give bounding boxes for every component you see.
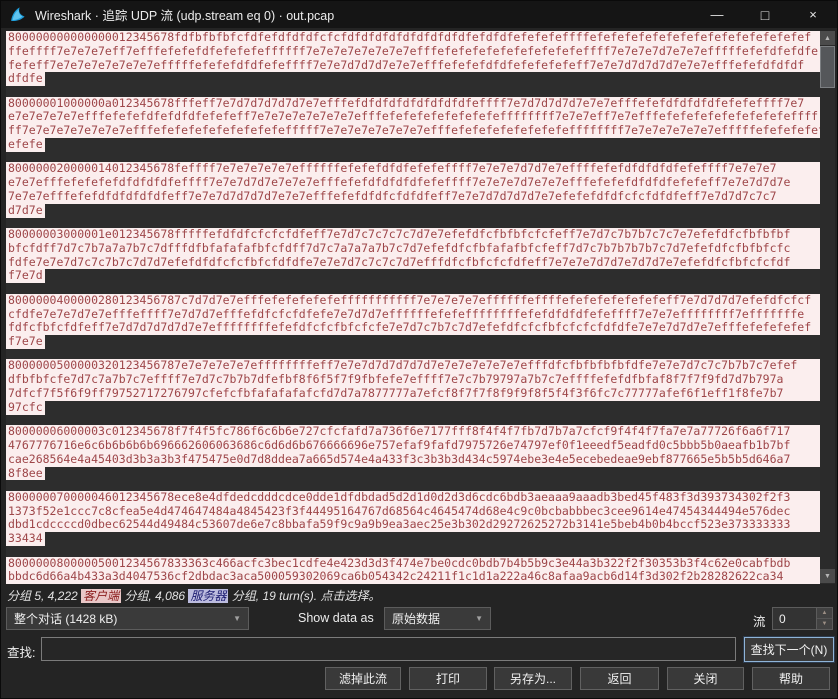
spinner-arrows: ▲ ▼ [816,608,832,629]
hex-line: efefe [6,138,45,152]
status-suffix: 分组, 19 turn(s). 点击选择。 [228,589,381,603]
hex-line: 800000000000000012345678fdfbfbfbfcfdfefd… [6,31,821,45]
stream-number-value: 0 [779,611,786,626]
status-middle: 分组, 4,086 [121,589,189,603]
minimize-icon[interactable]: — [693,1,741,28]
hex-line: f7e7e [6,335,45,349]
stream-chunk: 8000000500000320123456787e7e7e7e7e7effff… [6,359,821,415]
find-next-button[interactable]: 查找下一个(N) [743,636,835,663]
hex-line: dbd1cdccccd0dbec62544d49484c53607de6e7c8… [6,518,821,533]
close-button[interactable]: 关闭 [667,667,744,690]
scroll-up-icon[interactable]: ▲ [820,31,835,45]
stream-chunk: 800000000000000012345678fdfbfbfbfcfdfefd… [6,31,821,87]
window-title: Wireshark · 追踪 UDP 流 (udp.stream eq 0) ·… [35,9,335,23]
conversation-dropdown[interactable]: 整个对话 (1428 kB) ▼ [6,607,249,630]
stream-number-label: 流 [753,615,766,629]
data-format-dropdown[interactable]: 原始数据 ▼ [384,607,491,630]
hex-line: 33434 [6,532,45,546]
help-button[interactable]: 帮助 [752,667,830,690]
hex-line: f7e7d [6,269,45,284]
hex-line: 80000001000000a012345678fffeff7e7d7d7d7d… [6,96,821,111]
hex-line: cae268564e4a45403d3b3a3b3f475475e0d7d8dd… [6,452,821,467]
stream-chunk: 80000008000005001234567833363c466acfc3be… [6,556,821,584]
hex-line: 97cfc [6,400,45,415]
conversation-dropdown-value: 整个对话 (1428 kB) [14,612,118,626]
hex-line: e7e7e7e7e7efffefefefdfefdfdfefefeff7e7e7… [6,110,821,125]
hex-line: 8f8ee [6,466,45,481]
hex-line: 800000020000014012345678feffff7e7e7e7e7e… [6,162,821,177]
hex-line: ff7e7e7e7e7e7e7e7efffefefefefefefefefefe… [6,124,821,139]
hex-line: 1373f52e1ccc7c8cfea5e4d474647484a4845423… [6,504,821,519]
maximize-icon[interactable]: □ [741,1,789,28]
chevron-down-icon: ▼ [233,614,241,623]
back-button[interactable]: 返回 [580,667,659,690]
wireshark-logo-icon [11,7,25,22]
hex-line: bfcfdff7d7c7b7a7a7b7c7dfffdfbfafafafbfcf… [6,241,821,256]
stream-content[interactable]: 800000000000000012345678fdfbfbfbfcfdfefd… [6,31,821,584]
spin-up-icon[interactable]: ▲ [817,608,832,619]
stream-chunk: 80000003000001e012345678fffffefdfdfcfcfc… [6,228,821,284]
server-packets-badge: 服务器 [188,589,229,603]
hex-line: fdfcfbfcfdfeff7e7d7d7d7d7d7e7effffffffef… [6,321,821,336]
stream-chunk: 8000000400000280123456787c7d7d7e7efffefe… [6,293,821,349]
hex-line: bbdc6d66a4b433a3d4047536cf2dbdac3aca5000… [6,570,821,584]
hex-line: 80000006000003c012345678f7f4f5fc786f6c6b… [6,425,821,439]
hex-line: cfdfe7e7e7d7e7efffeffff7e7d7d7efffefdfcf… [6,307,821,322]
hex-line: 800000070000046012345678ece8e4dfdedcdddc… [6,490,821,505]
hex-line: 8000000400000280123456787c7d7d7e7efffefe… [6,293,821,308]
find-input[interactable] [41,637,736,661]
stream-chunk: 800000070000046012345678ece8e4dfdedcdddc… [6,490,821,546]
client-packets-badge: 客户端 [81,589,122,603]
hex-line: 80000008000005001234567833363c466acfc3be… [6,556,821,571]
status-prefix: 分组 5, 4,222 [7,589,82,603]
hex-line: 7dfcf7f5f6f9ff79752717276797cfefcfbfafaf… [6,387,821,401]
hex-line: 7e7e7efffefefdfdfdfdfdfeff7e7e7d7d7d7d7e… [6,189,821,204]
scrollbar-thumb[interactable] [820,46,835,88]
show-data-as-label: Show data as [298,611,374,625]
hex-line: 80000003000001e012345678fffffefdfdfcfcfc… [6,228,821,242]
hex-line: 4767776716e6c6b6b6b6b696662606063686c6d6… [6,438,821,453]
titlebar: Wireshark · 追踪 UDP 流 (udp.stream eq 0) ·… [1,1,837,28]
stream-chunk: 80000001000000a012345678fffeff7e7d7d7d7d… [6,96,821,152]
stream-chunk: 80000006000003c012345678f7f4f5fc786f6c6b… [6,425,821,481]
save-as-button[interactable]: 另存为... [494,667,572,690]
find-label: 查找: [7,646,36,660]
hex-line: fdfe7e7e7d7c7c7b7c7d7d7efefdfdfcfcfbfcfd… [6,255,821,270]
vertical-scrollbar[interactable]: ▲ ▼ [820,31,835,584]
hex-line: 8000000500000320123456787e7e7e7e7e7effff… [6,359,821,374]
close-icon[interactable]: × [789,1,837,28]
hex-line: d7d7e [6,203,45,218]
dialog-buttons: 滤掉此流 打印 另存为... 返回 关闭 帮助 [1,667,837,691]
stream-number-spinner[interactable]: 0 ▲ ▼ [772,607,833,630]
scroll-down-icon[interactable]: ▼ [820,569,835,583]
filter-out-stream-button[interactable]: 滤掉此流 [325,667,401,690]
spin-down-icon[interactable]: ▼ [817,619,832,629]
hex-line: dfbfbfcfe7d7c7a7b7c7effff7e7d7c7b7b7dfef… [6,373,821,388]
chevron-down-icon: ▼ [475,614,483,623]
stream-controls: 整个对话 (1428 kB) ▼ Show data as 原始数据 ▼ 流 0… [1,607,837,631]
hex-line: fefeff7e7e7e7e7e7e7e7efffffefefefdfdfefe… [6,58,821,73]
hex-line: e7e7efffefefefefdfdfdfdfeffff7e7e7d7d7e7… [6,176,821,190]
print-button[interactable]: 打印 [409,667,487,690]
follow-stream-dialog: Wireshark · 追踪 UDP 流 (udp.stream eq 0) ·… [0,0,838,699]
stream-statistics: 分组 5, 4,222 客户端 分组, 4,086 服务器 分组, 19 tur… [7,587,831,604]
find-row: 查找: 查找下一个(N) [1,636,837,663]
data-format-dropdown-value: 原始数据 [392,612,441,626]
hex-line: ffeffff7e7e7e7eff7efffefefefdfefefefefff… [6,44,821,59]
stream-chunk: 800000020000014012345678feffff7e7e7e7e7e… [6,162,821,218]
hex-line: dfdfe [6,72,45,87]
